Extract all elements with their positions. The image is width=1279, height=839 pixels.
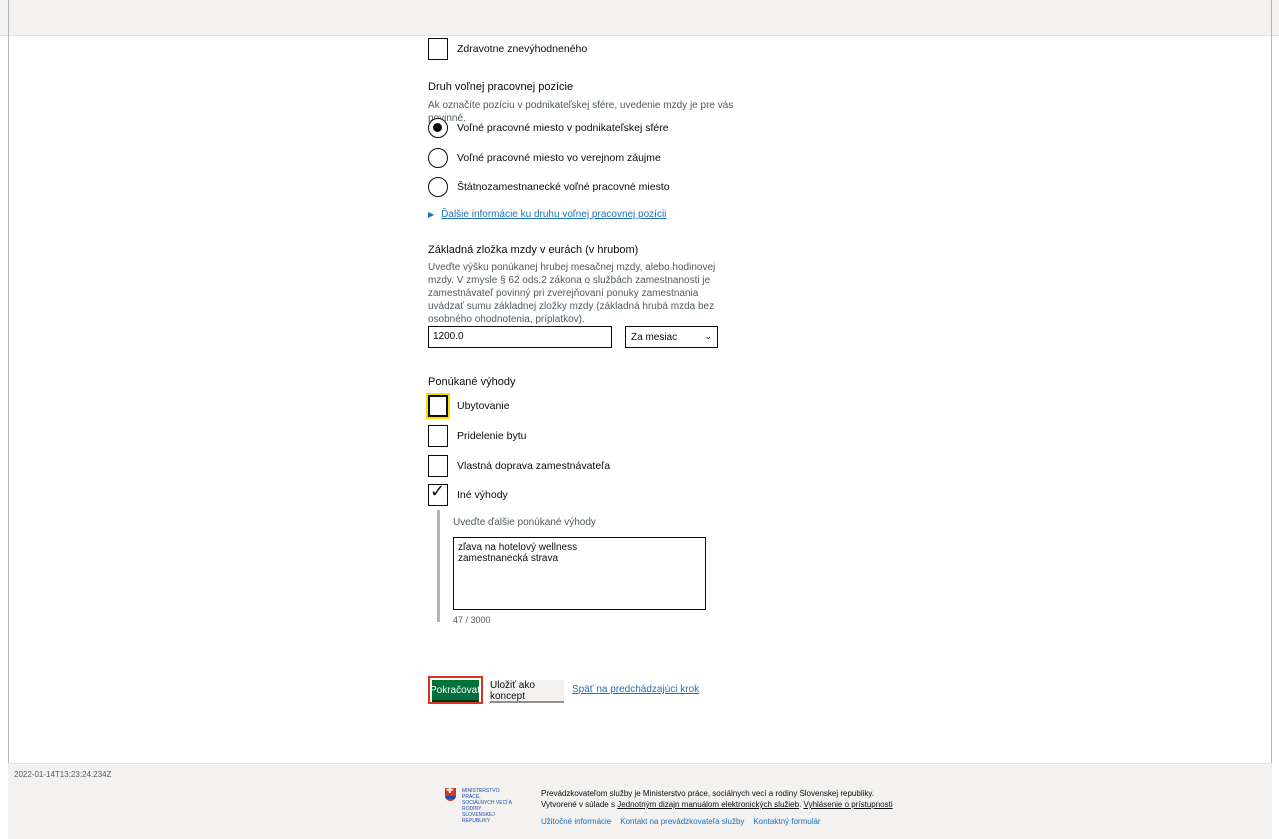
save-draft-button[interactable]: Uložiť ako koncept <box>490 680 564 702</box>
salary-period-value: Za mesiac <box>631 331 678 343</box>
footer-link-contact-form[interactable]: Kontaktný formulár <box>753 817 820 826</box>
design-manual-link[interactable]: Jednotným dizajn manuálom elektronických… <box>617 800 799 809</box>
checkbox-disabled-label: Zdravotne znevýhodneného <box>457 43 588 55</box>
chevron-down-icon: ⌄ <box>704 332 712 342</box>
radio-row-public[interactable]: Voľné pracovné miesto vo verejnom záujme <box>428 148 661 168</box>
continue-button[interactable]: Pokračovať <box>428 676 483 704</box>
other-benefits-label: Uveďte ďalšie ponúkané výhody <box>453 517 596 528</box>
triangle-right-icon: ▶ <box>428 210 435 219</box>
position-type-heading: Druh voľnej pracovnej pozície <box>428 81 574 93</box>
ministry-logo-text: Ministerstvo práce, sociálnych vecí a ro… <box>462 788 512 824</box>
position-type-details-link[interactable]: Ďalšie informácie ku druhu voľnej pracov… <box>441 209 666 220</box>
ministry-logo[interactable]: Ministerstvo práce, sociálnych vecí a ro… <box>445 786 514 824</box>
checkbox-other[interactable]: ✓ <box>428 481 448 506</box>
checkbox-accommodation[interactable] <box>428 395 448 417</box>
position-type-details[interactable]: ▶ Ďalšie informácie ku druhu voľnej prac… <box>428 209 666 220</box>
coat-of-arms-icon <box>445 786 456 801</box>
salary-hint: Uveďte výšku ponúkanej hrubej mesačnej m… <box>428 262 716 325</box>
character-counter: 47 / 3000 <box>453 615 491 625</box>
benefits-heading: Ponúkané výhody <box>428 376 516 388</box>
other-benefits-textarea[interactable]: zľava na hotelový wellness zamestnanecká… <box>453 537 706 610</box>
checkbox-transport[interactable] <box>428 455 448 477</box>
operator-statement: Prevádzkovateľom služby je Ministerstvo … <box>541 789 893 809</box>
salary-heading: Základná zložka mzdy v eurách (v hrubom) <box>428 244 639 256</box>
radio-row-business[interactable]: Voľné pracovné miesto v podnikateľskej s… <box>428 118 669 138</box>
benefit-row-accommodation[interactable]: Ubytovanie <box>428 395 510 417</box>
benefit-accommodation-label: Ubytovanie <box>457 400 510 412</box>
radio-business-label: Voľné pracovné miesto v podnikateľskej s… <box>457 122 669 134</box>
accessibility-link[interactable]: Vyhlásenie o prístupnosti <box>804 800 893 809</box>
build-timestamp: 2022-01-14T13:23:24.234Z <box>14 770 112 779</box>
checkmark-icon: ✓ <box>430 481 446 502</box>
checkbox-flat[interactable] <box>428 425 448 447</box>
radio-business[interactable] <box>428 118 448 138</box>
benefit-other-label: Iné výhody <box>457 489 508 501</box>
benefit-row-transport[interactable]: Vlastná doprava zamestnávateľa <box>428 455 610 477</box>
radio-public-label: Voľné pracovné miesto vo verejnom záujme <box>457 152 661 164</box>
radio-row-state[interactable]: Štátnozamestnanecké voľné pracovné miest… <box>428 177 670 197</box>
footer-link-contact-operator[interactable]: Kontakt na prevádzkovateľa služby <box>620 817 744 826</box>
benefit-row-flat[interactable]: Pridelenie bytu <box>428 425 526 447</box>
back-link[interactable]: Späť na predchádzajúci krok <box>572 684 699 695</box>
benefit-row-other[interactable]: ✓ Iné výhody <box>428 481 508 506</box>
radio-state-label: Štátnozamestnanecké voľné pracovné miest… <box>457 181 670 193</box>
salary-period-select[interactable]: Za mesiac ⌄ <box>625 326 718 348</box>
footer-links: Užitočné informácie Kontakt na prevádzko… <box>541 817 821 826</box>
footer-link-useful-info[interactable]: Užitočné informácie <box>541 817 611 826</box>
checkbox-row-disabled[interactable]: Zdravotne znevýhodneného <box>428 38 587 60</box>
benefit-transport-label: Vlastná doprava zamestnávateľa <box>457 460 611 472</box>
continue-button-label: Pokračovať <box>430 680 481 700</box>
checkbox-disabled[interactable] <box>428 38 448 60</box>
radio-public[interactable] <box>428 148 448 168</box>
benefit-flat-label: Pridelenie bytu <box>457 430 527 442</box>
footer: 2022-01-14T13:23:24.234Z Ministerstvo pr… <box>8 763 1272 839</box>
conditional-reveal-bar <box>437 510 441 622</box>
salary-input[interactable]: 1200.0 <box>428 326 612 348</box>
radio-state[interactable] <box>428 177 448 197</box>
